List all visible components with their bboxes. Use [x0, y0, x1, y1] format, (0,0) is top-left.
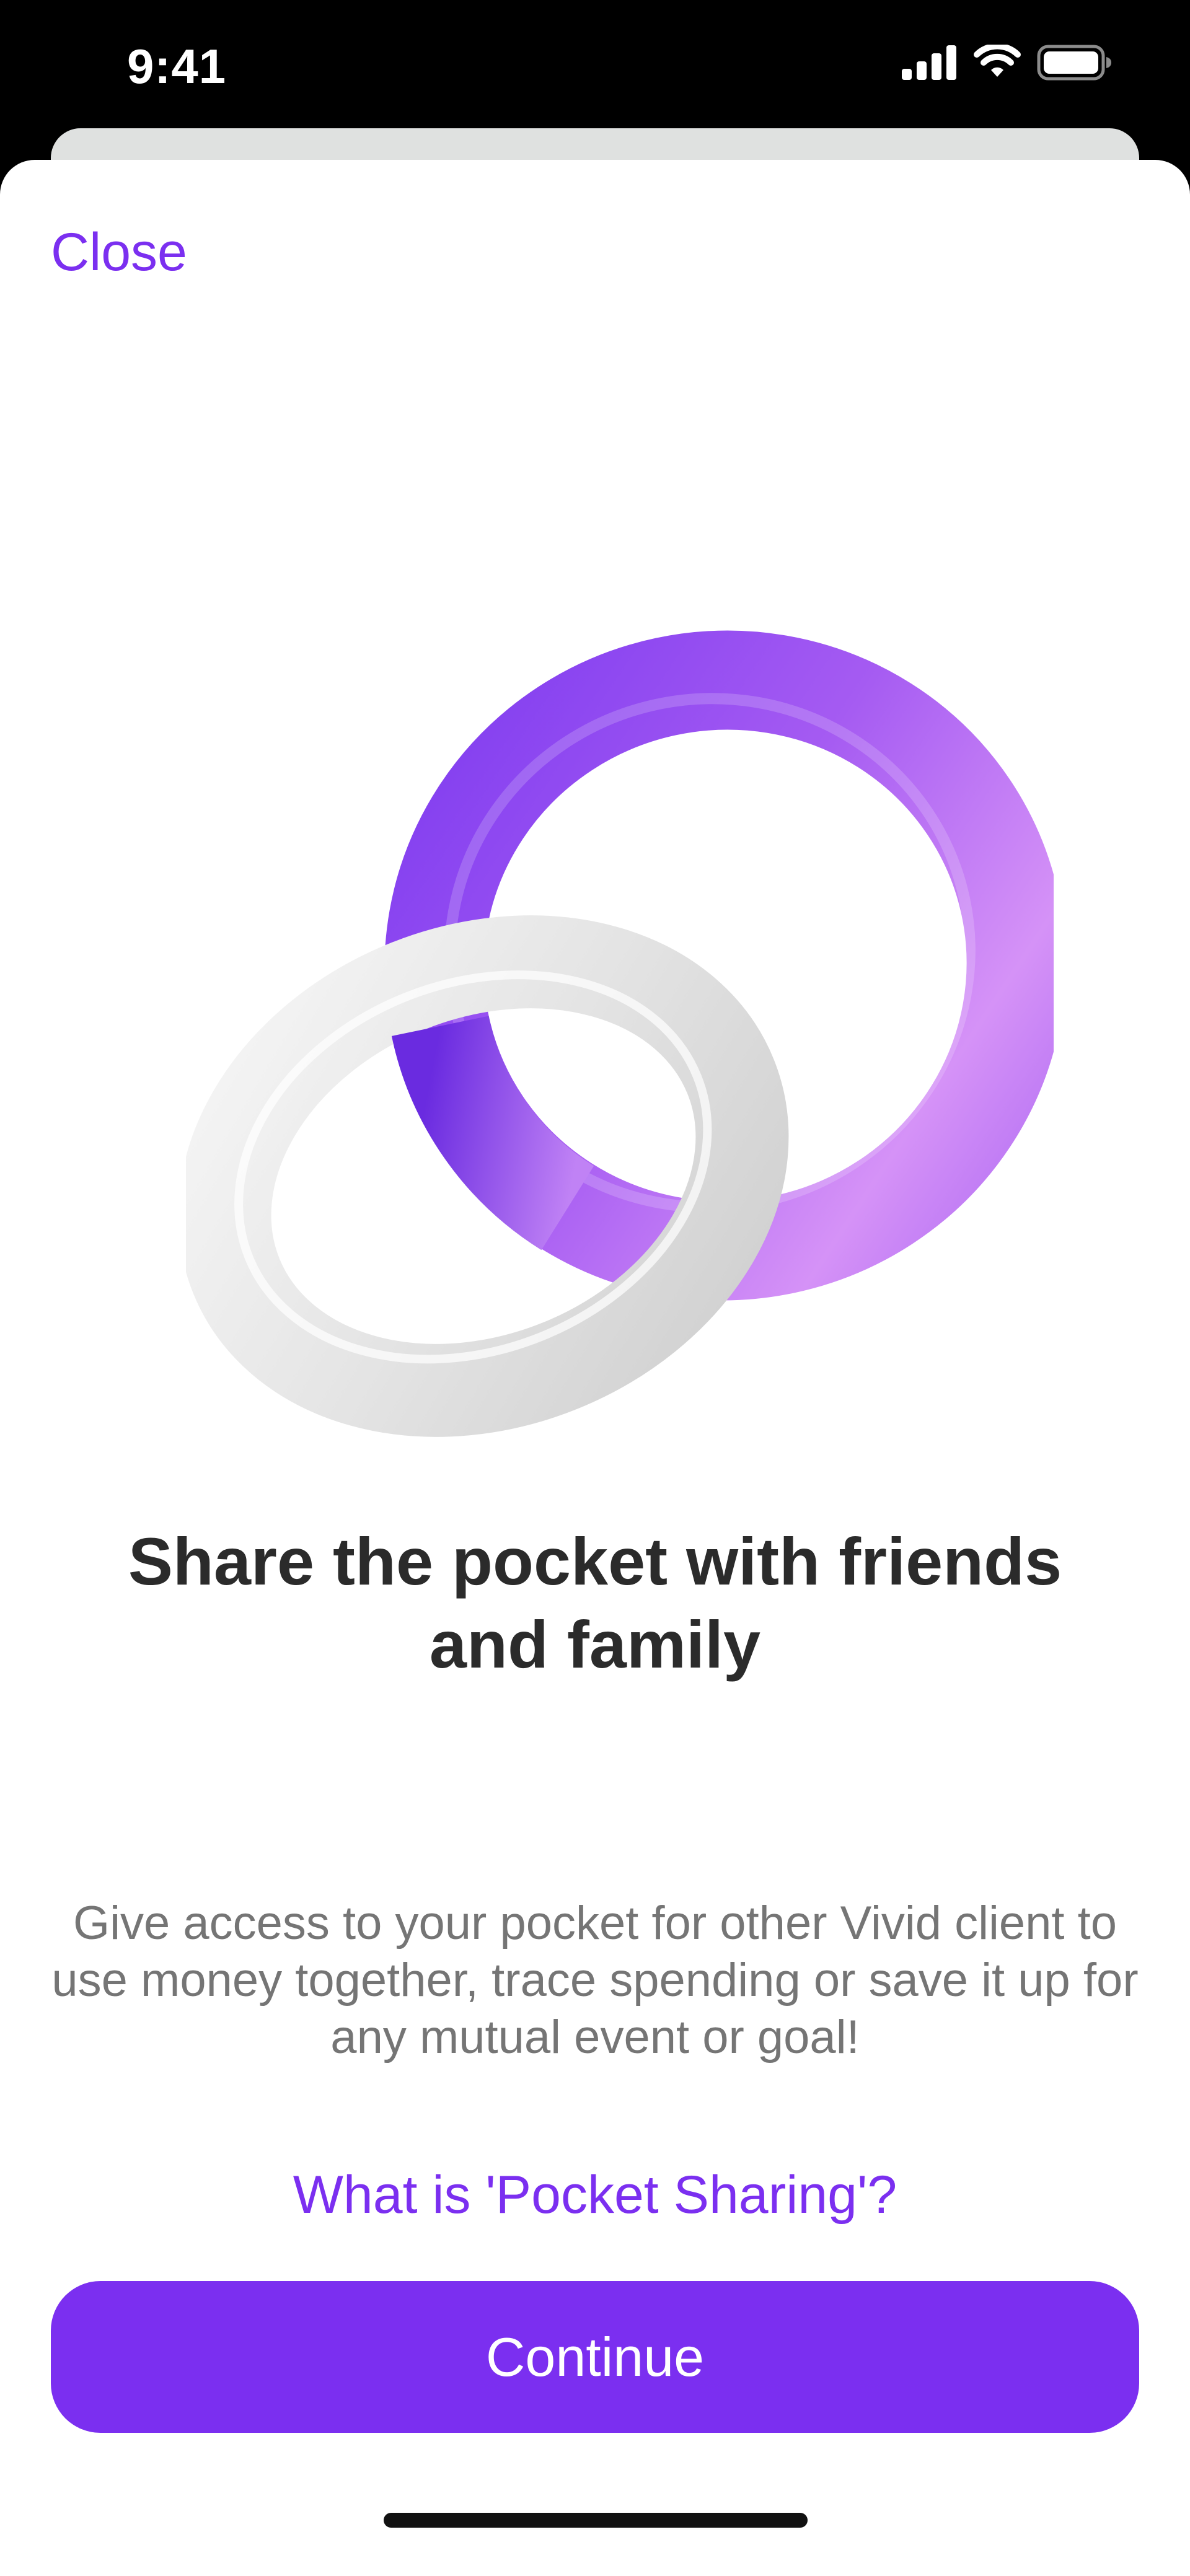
pocket-sharing-sheet: Close Share the pocket with friends and …	[0, 160, 1190, 2576]
status-icons	[902, 45, 1113, 81]
linked-rings-icon	[178, 495, 1066, 1461]
close-button[interactable]: Close	[51, 222, 187, 283]
signal-icon	[902, 45, 958, 80]
wifi-icon	[974, 45, 1021, 81]
battery-icon	[1037, 45, 1113, 81]
what-is-pocket-sharing-link[interactable]: What is 'Pocket Sharing'?	[124, 2165, 1066, 2226]
page-title: Share the pocket with friends and family	[128, 1524, 1062, 1682]
continue-button[interactable]: Continue	[51, 2281, 1139, 2433]
home-indicator	[384, 2513, 808, 2528]
status-bar: 9:41	[0, 0, 1190, 136]
screen: 9:41 Close Share the pocket with friends…	[0, 0, 1190, 2576]
description-text: Give access to your pocket for other Viv…	[51, 1897, 1139, 2064]
status-time: 9:41	[127, 39, 227, 94]
continue-button-label: Continue	[485, 2326, 705, 2388]
